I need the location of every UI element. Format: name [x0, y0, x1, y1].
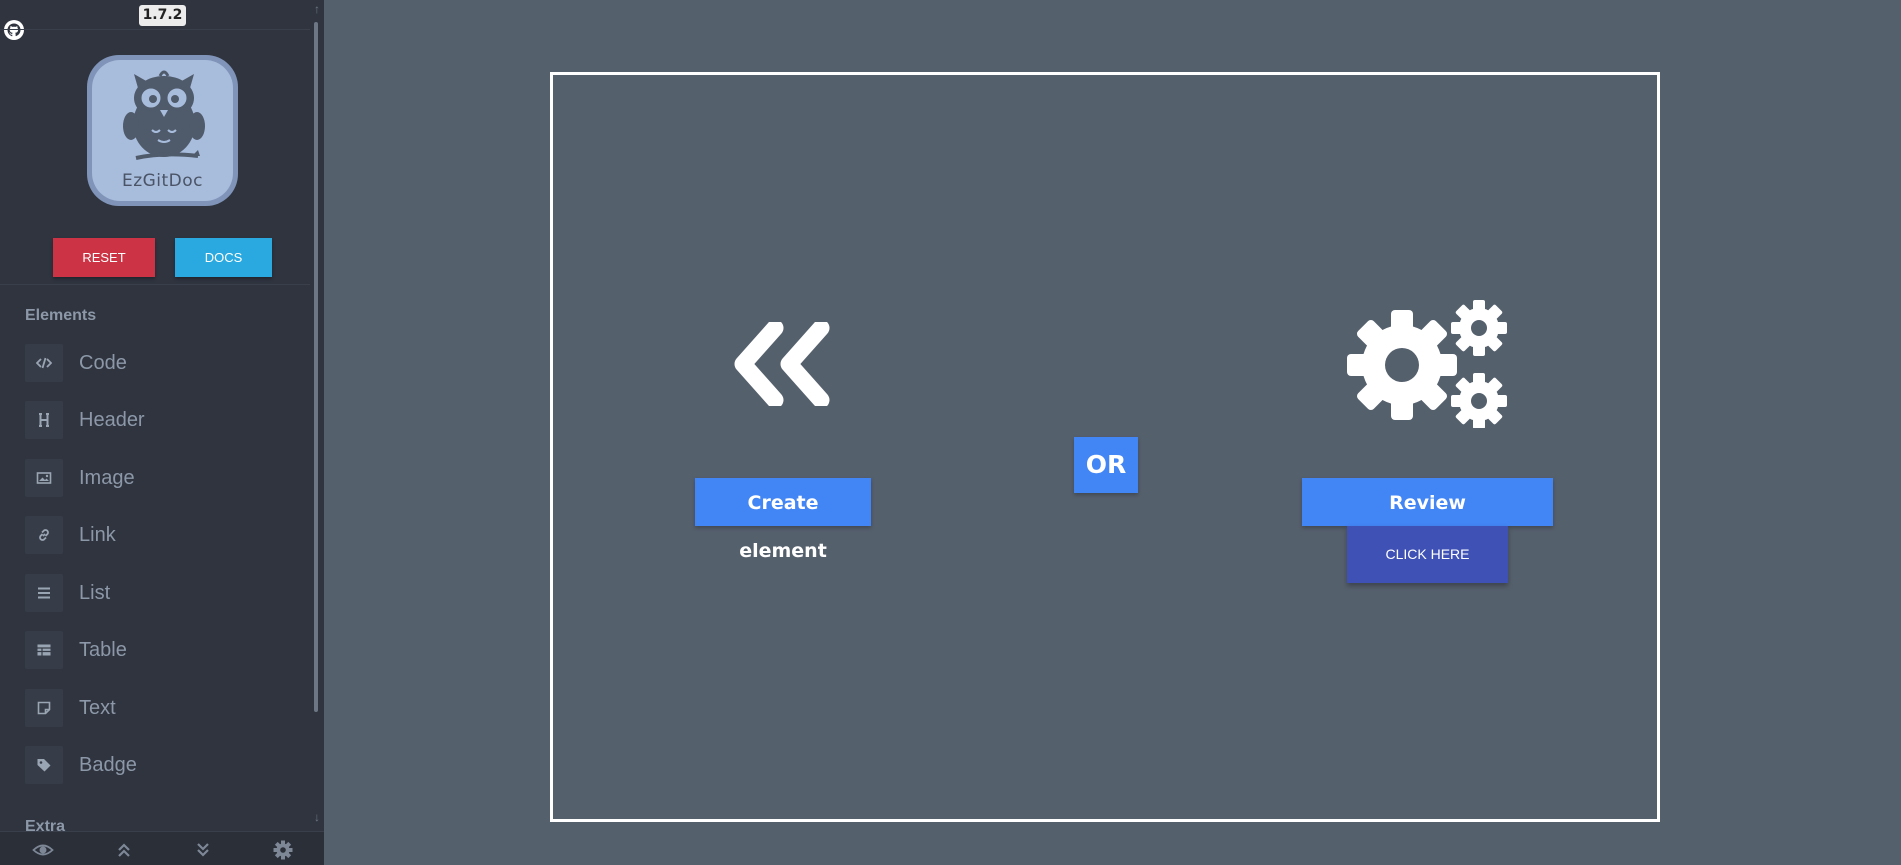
sidebar-scrollbar[interactable]: ↑ ↓ — [310, 0, 324, 832]
text-icon — [25, 689, 63, 727]
element-item-code[interactable]: Code — [25, 344, 295, 382]
divider — [0, 29, 310, 30]
element-item-label: Table — [79, 639, 127, 661]
element-item-label: Header — [79, 409, 145, 431]
gears-icon — [1347, 300, 1507, 428]
eye-icon[interactable] — [32, 839, 54, 861]
link-icon — [25, 516, 63, 554]
badge-icon — [25, 746, 63, 784]
scroll-thumb[interactable] — [314, 22, 318, 712]
table-icon — [25, 631, 63, 669]
element-item-image[interactable]: Image — [25, 459, 295, 497]
double-chevron-left-icon — [734, 322, 830, 406]
logo-text: EzGitDoc — [121, 171, 204, 191]
header-icon — [25, 401, 63, 439]
chevrons-up-icon[interactable] — [113, 839, 135, 861]
list-icon — [25, 574, 63, 612]
element-item-label: List — [79, 582, 111, 604]
review-documentation-button[interactable]: Review documentation — [1302, 478, 1553, 562]
element-item-list[interactable]: List — [25, 574, 295, 612]
chevrons-down-icon[interactable] — [192, 839, 214, 861]
github-icon[interactable] — [3, 19, 25, 41]
element-item-label: Image — [79, 467, 135, 489]
reset-button[interactable]: RESET — [53, 238, 155, 277]
element-item-label: Badge — [79, 754, 137, 776]
element-item-link[interactable]: Link — [25, 516, 295, 554]
scroll-up-arrow-icon[interactable]: ↑ — [310, 2, 324, 16]
version-badge: 1.7.2 — [139, 5, 186, 26]
element-item-text[interactable]: Text — [25, 689, 295, 727]
element-item-badge[interactable]: Badge — [25, 746, 295, 784]
create-element-button[interactable]: Create element — [695, 478, 871, 562]
element-item-label: Text — [79, 697, 116, 719]
element-item-table[interactable]: Table — [25, 631, 295, 669]
divider — [0, 284, 310, 285]
sidebar-bottom-toolbar — [0, 831, 324, 865]
docs-button[interactable]: DOCS — [175, 238, 272, 277]
scroll-down-arrow-icon[interactable]: ↓ — [310, 810, 324, 824]
click-here-button[interactable]: CLICK HERE — [1347, 526, 1508, 583]
gear-icon[interactable] — [272, 839, 294, 861]
element-item-label: Link — [79, 524, 116, 546]
sidebar: 1.7.2 EzGitDoc RESET DOCS Elements Code … — [0, 0, 324, 865]
code-icon — [25, 344, 63, 382]
app-logo: EzGitDoc — [87, 55, 238, 206]
element-item-label: Code — [79, 352, 127, 374]
or-badge: OR — [1074, 437, 1138, 493]
owl-logo-icon — [123, 70, 205, 160]
element-item-header[interactable]: Header — [25, 401, 295, 439]
image-icon — [25, 459, 63, 497]
elements-section-title: Elements — [25, 307, 97, 324]
